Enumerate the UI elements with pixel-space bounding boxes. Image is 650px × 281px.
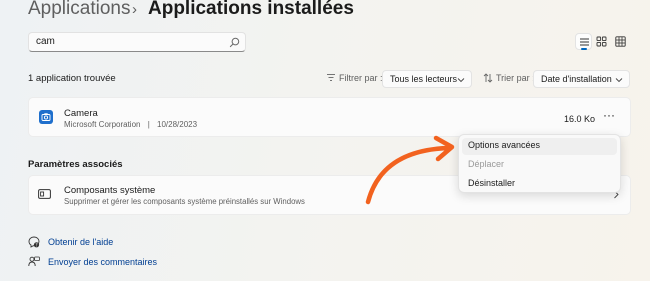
app-publisher: Microsoft Corporation [64, 120, 141, 129]
app-card-camera [28, 97, 631, 137]
menu-item-advanced-options[interactable]: Options avancées [468, 140, 540, 150]
menu-item-move: Déplacer [468, 159, 505, 169]
chevron-down-icon [457, 78, 465, 83]
camera-icon [41, 113, 51, 121]
sort-value: Date d'installation [541, 74, 612, 84]
breadcrumb-separator: › [132, 1, 137, 18]
breadcrumb-parent[interactable]: Applications [28, 0, 130, 20]
more-options-button[interactable]: ··· [600, 109, 618, 124]
sort-label: Trier par : [496, 73, 535, 83]
search-value: cam [36, 36, 55, 47]
grid-view-icon [596, 36, 607, 47]
feedback-icon [28, 256, 40, 267]
sort-dropdown[interactable]: Date d'installation [533, 70, 630, 88]
filter-label: Filtrer par : [339, 73, 383, 83]
svg-text:?: ? [35, 242, 37, 247]
app-name: Camera [64, 108, 98, 119]
send-feedback-link[interactable]: Envoyer des commentaires [48, 257, 157, 267]
chevron-down-icon [615, 78, 623, 83]
sort-icon [483, 73, 493, 83]
app-meta: Microsoft Corporation | 10/28/2023 [64, 120, 197, 129]
results-count: 1 application trouvée [28, 73, 116, 84]
app-size: 16.0 Ko [564, 114, 596, 124]
filter-dropdown[interactable]: Tous les lecteurs [382, 70, 472, 88]
camera-app-icon [39, 110, 53, 124]
grid-view-button[interactable] [593, 33, 610, 50]
search-icon [229, 37, 240, 48]
filter-value: Tous les lecteurs [390, 74, 458, 84]
context-menu: Options avancées Déplacer Désinstaller [458, 134, 621, 193]
related-settings-title: Paramètres associés [28, 159, 123, 170]
table-view-button[interactable] [612, 33, 629, 50]
filter-icon [327, 74, 335, 81]
system-components-description: Supprimer et gérer les composants systèm… [64, 197, 305, 206]
table-view-icon [615, 36, 626, 47]
active-view-indicator [581, 48, 587, 50]
meta-separator: | [147, 120, 150, 129]
help-icon: ? [28, 236, 40, 248]
system-components-title: Composants système [64, 185, 156, 196]
page-title: Applications installées [148, 0, 354, 19]
system-components-icon [38, 189, 51, 199]
menu-item-uninstall[interactable]: Désinstaller [468, 178, 515, 188]
get-help-link[interactable]: Obtenir de l'aide [48, 237, 113, 247]
search-input[interactable]: cam [28, 32, 246, 52]
app-install-date: 10/28/2023 [157, 120, 198, 129]
